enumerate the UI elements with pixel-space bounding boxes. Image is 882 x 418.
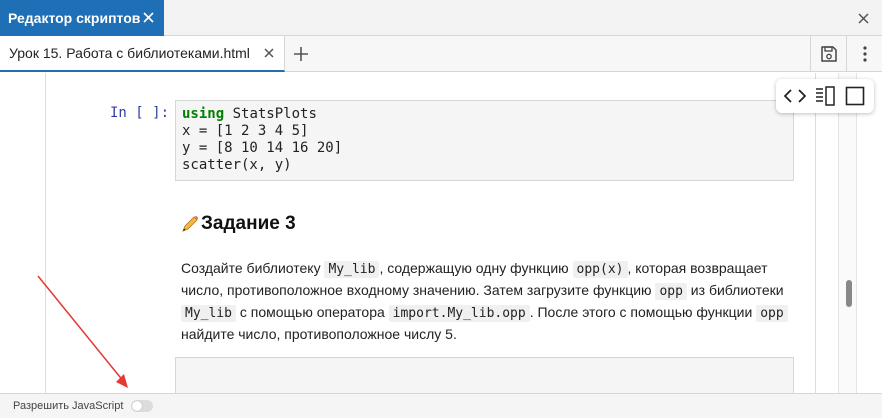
code-keyword: using — [182, 106, 225, 122]
save-icon[interactable] — [811, 36, 846, 72]
text: из библиотеки — [686, 282, 784, 298]
text: , содержащую одну функцию — [379, 260, 573, 276]
inline-code: opp — [756, 305, 788, 322]
close-icon[interactable] — [261, 45, 277, 61]
pencil-icon — [180, 214, 200, 234]
inline-code: opp(x) — [572, 261, 628, 278]
scrollbar-track[interactable] — [838, 73, 857, 393]
divider — [815, 73, 816, 393]
close-icon[interactable] — [854, 9, 872, 27]
split-view-icon[interactable] — [812, 83, 838, 109]
code-line: StatsPlots — [224, 106, 317, 122]
view-toolbar — [776, 79, 874, 113]
text: с помощью оператора — [235, 304, 389, 320]
inline-code: My_lib — [181, 305, 236, 322]
allow-javascript-toggle[interactable] — [131, 400, 154, 412]
code-view-icon[interactable] — [782, 83, 808, 109]
code-line: scatter(x, y) — [182, 157, 292, 173]
single-view-icon[interactable] — [842, 83, 868, 109]
cell-prompt: In [ ]: — [110, 105, 170, 121]
file-tab-bar: Урок 15. Работа с библиотеками.html — [0, 36, 882, 72]
close-icon[interactable] — [140, 9, 156, 25]
inline-code: import.My_lib.opp — [388, 305, 530, 322]
text: найдите число, противоположное числу 5. — [181, 326, 457, 342]
toggle-knob — [132, 401, 143, 411]
more-vertical-icon[interactable] — [847, 36, 882, 72]
code-cell[interactable]: using StatsPlots x = [1 2 3 4 5] y = [8 … — [175, 100, 794, 181]
divider — [45, 73, 46, 393]
footer-bar: Разрешить JavaScript — [0, 393, 882, 418]
code-cell[interactable] — [175, 357, 794, 393]
file-tab[interactable]: Урок 15. Работа с библиотеками.html — [0, 36, 285, 72]
file-tab-title: Урок 15. Работа с библиотеками.html — [9, 45, 250, 61]
text: . После этого с помощью функции — [529, 304, 757, 320]
text: Создайте библиотеку — [181, 260, 325, 276]
heading-text: Задание 3 — [201, 213, 296, 234]
notebook-content[interactable]: In [ ]: using StatsPlots x = [1 2 3 4 5]… — [0, 73, 882, 393]
allow-javascript-label: Разрешить JavaScript — [13, 400, 124, 412]
inline-code: opp — [655, 283, 687, 300]
markdown-heading: Задание 3 — [180, 213, 296, 235]
panel-tab-bar: Редактор скриптов — [0, 0, 882, 36]
inline-code: My_lib — [324, 261, 380, 278]
code-line: y = [8 10 14 16 20] — [182, 140, 343, 156]
panel-tab-title: Редактор скриптов — [8, 10, 141, 26]
code-line: x = [1 2 3 4 5] — [182, 123, 309, 139]
markdown-paragraph: Создайте библиотеку My_lib, содержащую о… — [181, 258, 796, 345]
plus-icon[interactable] — [290, 43, 312, 65]
scrollbar-thumb[interactable] — [846, 280, 852, 307]
file-actions — [810, 36, 882, 72]
panel-tab-script-editor[interactable]: Редактор скриптов — [0, 0, 164, 36]
